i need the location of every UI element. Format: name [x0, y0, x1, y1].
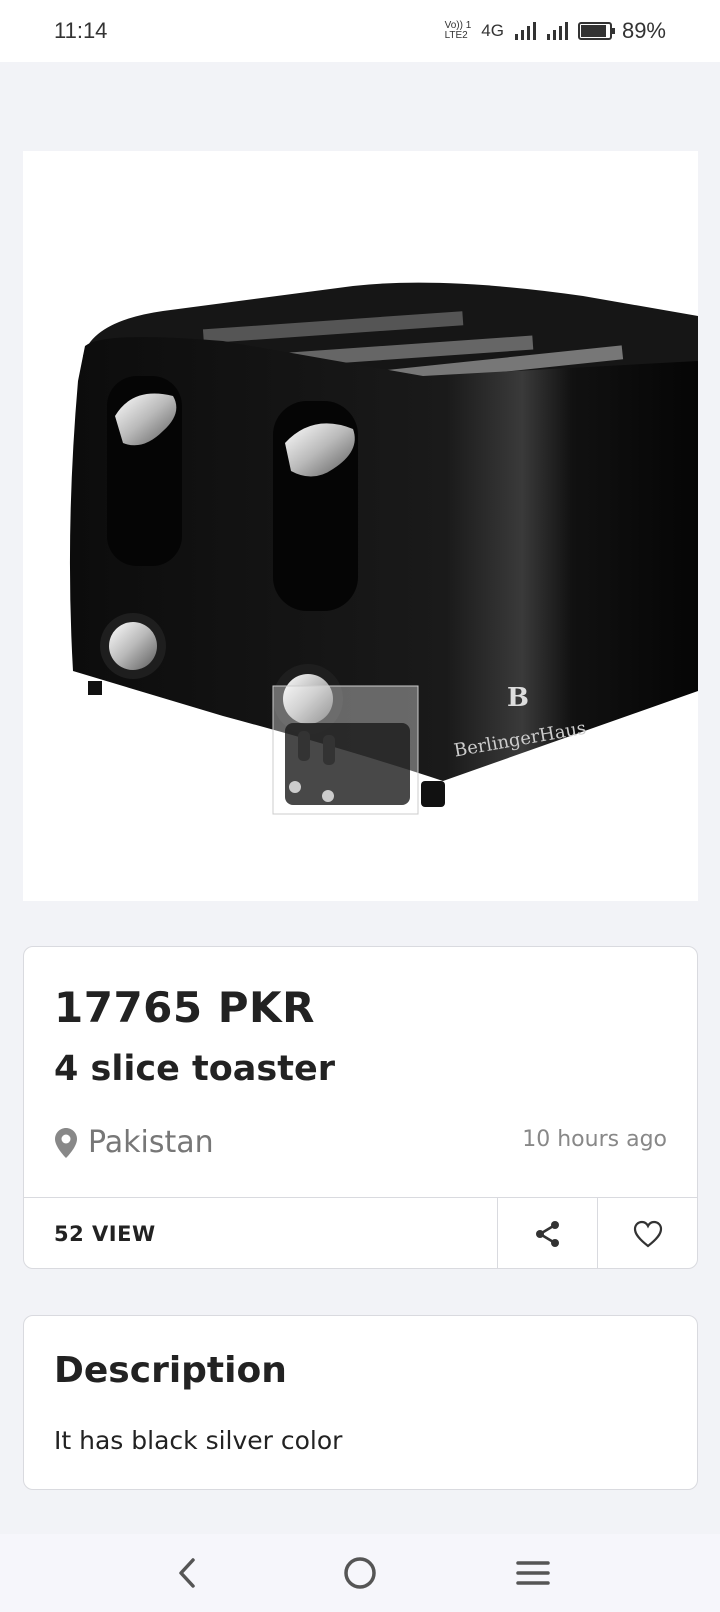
- system-nav-bar: [0, 1534, 720, 1612]
- view-count: 52 VIEW: [54, 1221, 156, 1246]
- description-text: It has black silver color: [54, 1426, 343, 1455]
- status-time: 11:14: [54, 18, 108, 43]
- description-card: Description It has black silver color: [23, 1315, 698, 1490]
- share-icon: [535, 1220, 559, 1247]
- home-button[interactable]: [330, 1543, 390, 1603]
- product-price: 17765 PKR: [54, 983, 315, 1032]
- signal-icon-sim2: [546, 22, 568, 40]
- toaster-image: B BerlingerHaus: [69, 282, 698, 815]
- home-icon: [344, 1557, 376, 1589]
- status-icons: Vo)) 1 LTE2 4G 89%: [445, 18, 666, 44]
- battery-icon: [577, 22, 615, 40]
- signal-icon: [514, 22, 536, 40]
- product-info-card: 17765 PKR 4 slice toaster Pakistan 10 ho…: [23, 946, 698, 1269]
- description-heading: Description: [54, 1350, 287, 1391]
- back-icon: [178, 1558, 195, 1588]
- volte-indicator: Vo)) 1 LTE2: [444, 20, 472, 41]
- back-button[interactable]: [157, 1543, 217, 1603]
- heart-icon: [633, 1220, 662, 1247]
- battery-percent: 89%: [621, 18, 666, 43]
- product-title: 4 slice toaster: [54, 1049, 335, 1089]
- menu-button[interactable]: [503, 1543, 563, 1603]
- favorite-button[interactable]: [597, 1198, 697, 1269]
- product-image[interactable]: B BerlingerHaus: [23, 151, 698, 901]
- menu-icon: [516, 1561, 551, 1585]
- action-row: 52 VIEW: [24, 1197, 697, 1269]
- share-button[interactable]: [497, 1198, 597, 1269]
- svg-text:B: B: [507, 683, 529, 713]
- map-pin-icon: [55, 1127, 77, 1158]
- network-type: 4G: [481, 21, 504, 40]
- product-location: Pakistan: [54, 1125, 214, 1160]
- location-label: Pakistan: [88, 1125, 214, 1160]
- status-bar: 11:14 Vo)) 1 LTE2 4G 89%: [0, 0, 720, 62]
- posted-time: 10 hours ago: [522, 1127, 667, 1152]
